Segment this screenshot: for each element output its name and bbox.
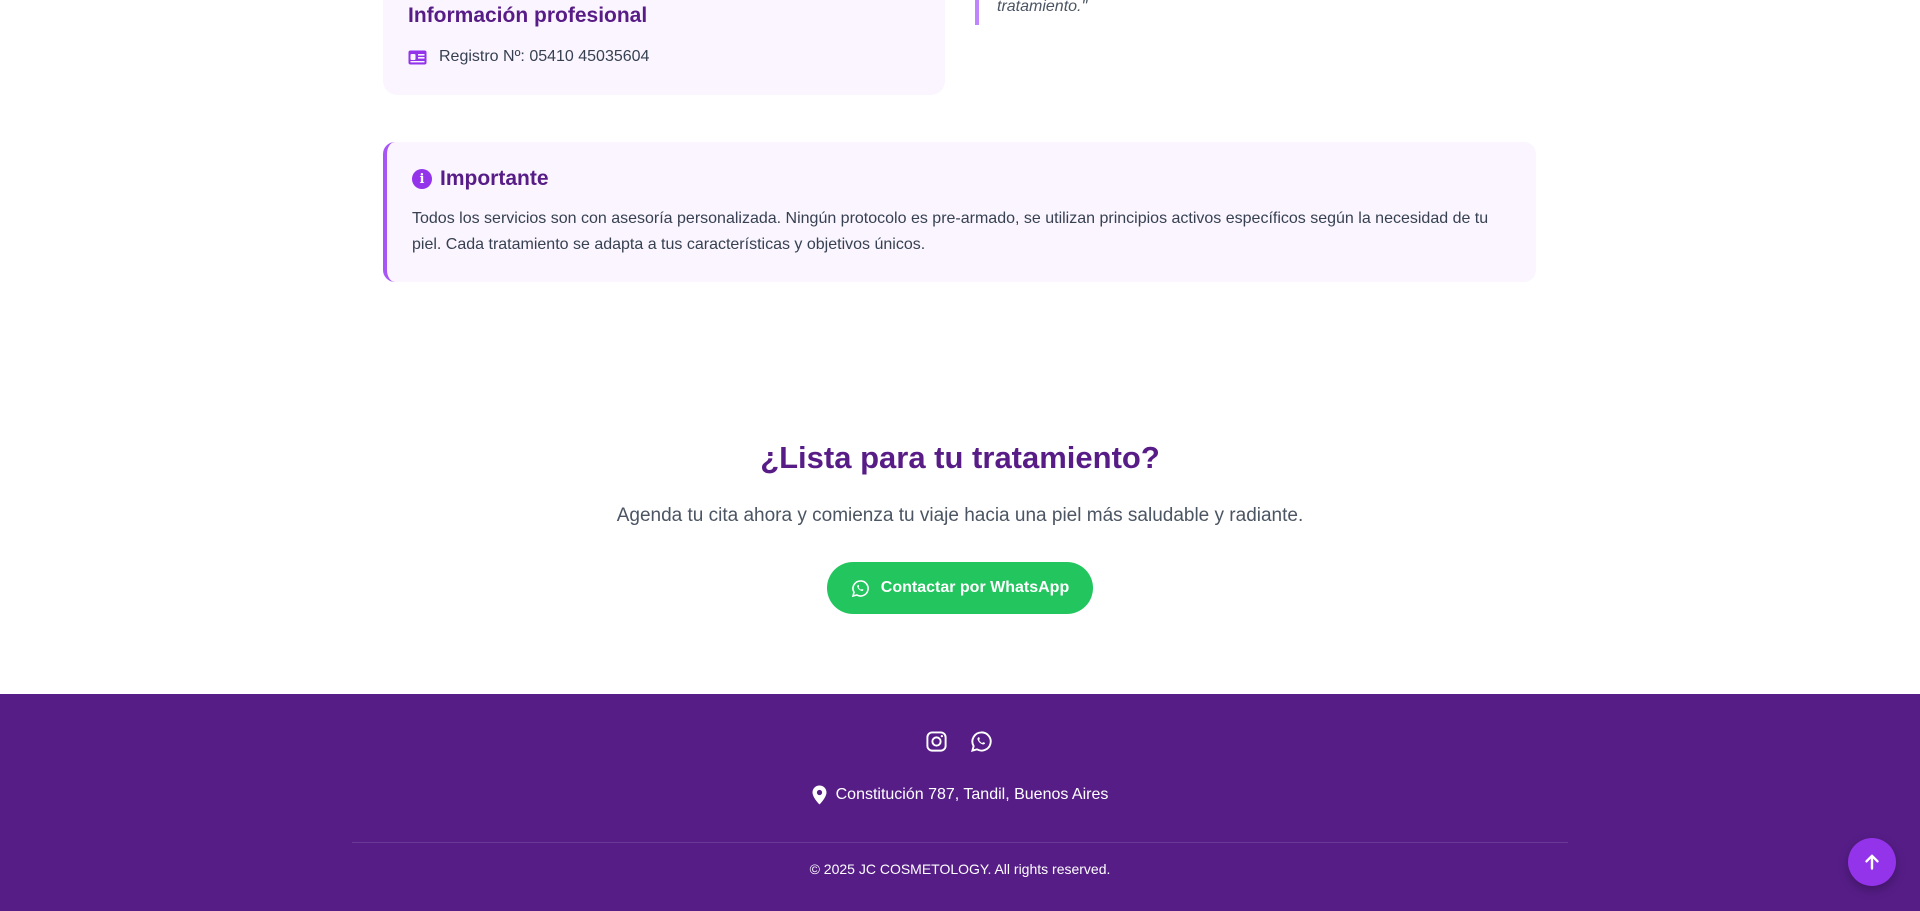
whatsapp-contact-button[interactable]: Contactar por WhatsApp [827, 562, 1093, 614]
whatsapp-link[interactable] [970, 730, 993, 753]
cta-subtitle: Agenda tu cita ahora y comienza tu viaje… [616, 505, 1304, 526]
arrow-up-icon [1865, 854, 1879, 870]
important-body: Todos los servicios son con asesoría per… [412, 210, 1489, 253]
important-title: Importante [440, 167, 549, 190]
info-circle-icon: i [412, 169, 432, 189]
copyright: © 2025 JC COSMETOLOGY. All rights reserv… [809, 861, 1111, 877]
id-card-icon [408, 50, 427, 64]
registry-row: Registro Nº: 05410 45035604 [408, 48, 649, 66]
professional-info-card: Información profesional Registro Nº: 054… [383, 0, 945, 95]
testimonial-quote: tratamiento." [975, 0, 1087, 25]
professional-info-title: Información profesional [408, 4, 648, 27]
map-pin-icon [812, 785, 827, 805]
testimonial-text: tratamiento." [997, 0, 1088, 15]
address: Constitución 787, Tandil, Buenos Aires [0, 785, 1920, 805]
scroll-to-top-button[interactable] [1848, 838, 1896, 886]
social-links [925, 730, 993, 753]
site-footer: Constitución 787, Tandil, Buenos Aires ©… [0, 694, 1920, 911]
footer-divider [352, 842, 1568, 843]
whatsapp-button-label: Contactar por WhatsApp [880, 579, 1070, 596]
instagram-icon [926, 731, 947, 752]
important-header: i Importante [412, 167, 549, 191]
registry-number: Registro Nº: 05410 45035604 [439, 48, 650, 65]
address-text: Constitución 787, Tandil, Buenos Aires [835, 786, 1109, 803]
whatsapp-icon [971, 731, 992, 752]
cta-title: ¿Lista para tu tratamiento? [760, 440, 1160, 475]
instagram-link[interactable] [925, 730, 948, 753]
whatsapp-icon [851, 579, 869, 597]
important-notice: i Importante Todos los servicios son con… [383, 142, 1536, 282]
